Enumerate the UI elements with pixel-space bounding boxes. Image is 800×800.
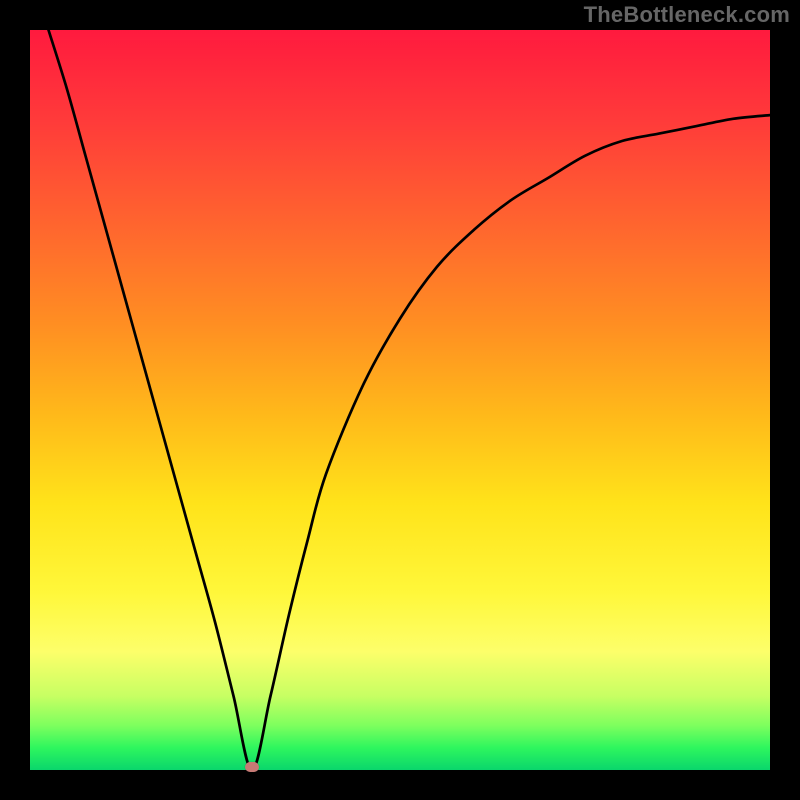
minimum-marker	[245, 762, 259, 772]
bottleneck-curve	[30, 30, 770, 770]
chart-container: TheBottleneck.com	[0, 0, 800, 800]
plot-area	[30, 30, 770, 770]
watermark-label: TheBottleneck.com	[584, 2, 790, 28]
